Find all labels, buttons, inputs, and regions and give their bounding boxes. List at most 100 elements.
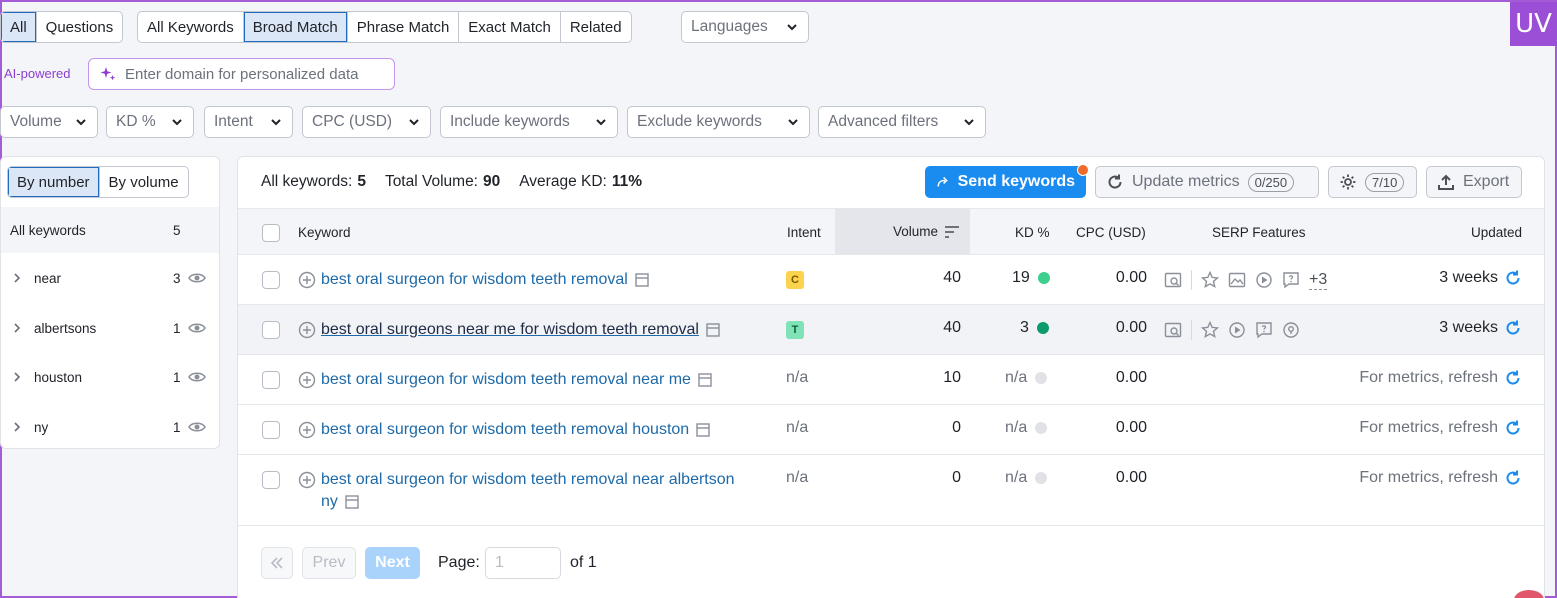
sort-desc-icon bbox=[945, 226, 959, 238]
volume-value: 10 bbox=[943, 369, 961, 386]
tab-exact-match[interactable]: Exact Match bbox=[459, 12, 561, 42]
filter-exclude-keywords[interactable]: Exclude keywords bbox=[627, 106, 810, 138]
page-input[interactable]: 1 bbox=[485, 547, 561, 579]
row-checkbox[interactable] bbox=[262, 471, 280, 489]
keyword-link-line2[interactable]: ny bbox=[321, 491, 338, 513]
prev-page-button[interactable]: Prev bbox=[302, 547, 356, 579]
table-row: best oral surgeon for wisdom teeth remov… bbox=[238, 254, 1544, 304]
chevron-right-icon bbox=[14, 273, 21, 283]
row-checkbox[interactable] bbox=[262, 321, 280, 339]
serp-divider bbox=[1191, 320, 1192, 340]
summary-volume-value: 90 bbox=[483, 173, 501, 190]
refresh-icon[interactable] bbox=[1504, 319, 1522, 337]
tab-all[interactable]: All bbox=[1, 12, 37, 42]
group-item-near[interactable]: near 3 bbox=[1, 253, 217, 303]
first-page-button[interactable] bbox=[261, 547, 293, 579]
tab-all-keywords[interactable]: All Keywords bbox=[138, 12, 244, 42]
group-all-keywords[interactable]: All keywords 5 bbox=[1, 207, 219, 253]
intent-value: n/a bbox=[786, 469, 809, 486]
refresh-icon[interactable] bbox=[1504, 419, 1522, 437]
keyword-link[interactable]: best oral surgeon for wisdom teeth remov… bbox=[321, 419, 689, 441]
row-checkbox[interactable] bbox=[262, 271, 280, 289]
keywords-panel: All keywords: 5 Total Volume: 90 Average… bbox=[237, 156, 1545, 598]
col-intent[interactable]: Intent bbox=[787, 209, 821, 255]
eye-icon[interactable] bbox=[188, 370, 206, 384]
serp-search-icon bbox=[1164, 272, 1182, 288]
intent-value: n/a bbox=[786, 369, 809, 386]
image-icon bbox=[1228, 272, 1246, 288]
filter-intent[interactable]: Intent bbox=[204, 106, 293, 138]
tab-phrase-match[interactable]: Phrase Match bbox=[348, 12, 460, 42]
languages-dropdown[interactable]: Languages bbox=[681, 11, 809, 43]
tab-related[interactable]: Related bbox=[561, 12, 631, 42]
filter-advanced[interactable]: Advanced filters bbox=[818, 106, 986, 138]
group-count: 1 bbox=[173, 419, 181, 435]
cpc-value: 0.00 bbox=[1115, 269, 1147, 286]
updated-value: For metrics, refresh bbox=[1359, 419, 1498, 436]
keyword-link-line1[interactable]: best oral surgeon for wisdom teeth remov… bbox=[321, 469, 771, 491]
refresh-icon[interactable] bbox=[1504, 469, 1522, 487]
refresh-icon[interactable] bbox=[1504, 269, 1522, 287]
send-keywords-button[interactable]: Send keywords bbox=[925, 166, 1086, 198]
serp-snapshot-icon[interactable] bbox=[696, 423, 710, 437]
col-updated[interactable]: Updated bbox=[1471, 209, 1522, 255]
refresh-icon[interactable] bbox=[1504, 369, 1522, 387]
by-number-button[interactable]: By number bbox=[8, 167, 99, 197]
add-circle-icon[interactable] bbox=[298, 421, 316, 439]
group-name: houston bbox=[34, 369, 83, 385]
filter-kd[interactable]: KD % bbox=[106, 106, 194, 138]
eye-icon[interactable] bbox=[188, 321, 206, 335]
serp-snapshot-icon[interactable] bbox=[345, 495, 359, 509]
tab-questions[interactable]: Questions bbox=[37, 12, 123, 42]
filter-include-keywords[interactable]: Include keywords bbox=[440, 106, 618, 138]
serp-snapshot-icon[interactable] bbox=[706, 323, 720, 337]
summary-all-label: All keywords: bbox=[261, 173, 353, 190]
add-circle-icon[interactable] bbox=[298, 271, 316, 289]
add-circle-icon[interactable] bbox=[298, 321, 316, 339]
row-checkbox[interactable] bbox=[262, 421, 280, 439]
send-keywords-label: Send keywords bbox=[957, 173, 1075, 190]
share-arrow-icon bbox=[937, 176, 948, 187]
col-volume: Volume bbox=[892, 224, 938, 239]
row-checkbox[interactable] bbox=[262, 371, 280, 389]
update-metrics-button[interactable]: Update metrics 0/250 bbox=[1095, 166, 1319, 198]
summary-bar: All keywords: 5 Total Volume: 90 Average… bbox=[261, 173, 642, 191]
group-item-houston[interactable]: houston 1 bbox=[1, 352, 217, 402]
export-button[interactable]: Export bbox=[1426, 166, 1522, 198]
by-volume-button[interactable]: By volume bbox=[98, 167, 188, 197]
col-keyword[interactable]: Keyword bbox=[298, 209, 351, 255]
keyword-link[interactable]: best oral surgeon for wisdom teeth remov… bbox=[321, 369, 691, 391]
match-tabs: All Keywords Broad Match Phrase Match Ex… bbox=[137, 11, 632, 43]
group-item-albertsons[interactable]: albertsons 1 bbox=[1, 303, 217, 353]
serp-snapshot-icon[interactable] bbox=[635, 273, 649, 287]
filter-cpc[interactable]: CPC (USD) bbox=[302, 106, 431, 138]
group-item-ny[interactable]: ny 1 bbox=[1, 402, 217, 452]
col-cpc[interactable]: CPC (USD) bbox=[1076, 209, 1146, 255]
add-circle-icon[interactable] bbox=[298, 471, 316, 489]
col-serp[interactable]: SERP Features bbox=[1212, 209, 1306, 255]
domain-input[interactable]: Enter domain for personalized data bbox=[88, 58, 395, 90]
uv-logo: UV bbox=[1510, 2, 1557, 46]
next-page-button[interactable]: Next bbox=[365, 547, 420, 579]
keyword-link[interactable]: best oral surgeons near me for wisdom te… bbox=[321, 319, 699, 341]
chevron-down-icon bbox=[409, 119, 419, 126]
col-volume-sorted[interactable]: Volume bbox=[835, 209, 970, 255]
keyword-link[interactable]: best oral surgeon for wisdom teeth remov… bbox=[321, 269, 628, 291]
languages-label: Languages bbox=[691, 18, 768, 35]
volume-value: 40 bbox=[943, 269, 961, 286]
group-all-count: 5 bbox=[173, 222, 181, 238]
serp-more[interactable]: +3 bbox=[1309, 271, 1328, 290]
select-all-checkbox[interactable] bbox=[262, 224, 280, 242]
serp-snapshot-icon[interactable] bbox=[698, 373, 712, 387]
eye-icon[interactable] bbox=[188, 420, 206, 434]
tab-broad-match[interactable]: Broad Match bbox=[243, 12, 348, 42]
chevron-right-icon bbox=[14, 323, 21, 333]
add-circle-icon[interactable] bbox=[298, 371, 316, 389]
kd-dot bbox=[1035, 422, 1048, 434]
export-label: Export bbox=[1463, 173, 1510, 190]
double-chevron-left-icon bbox=[270, 557, 283, 569]
settings-button[interactable]: 7/10 bbox=[1328, 166, 1417, 198]
col-kd[interactable]: KD % bbox=[1015, 209, 1050, 255]
eye-icon[interactable] bbox=[188, 271, 206, 285]
filter-volume[interactable]: Volume bbox=[0, 106, 98, 138]
